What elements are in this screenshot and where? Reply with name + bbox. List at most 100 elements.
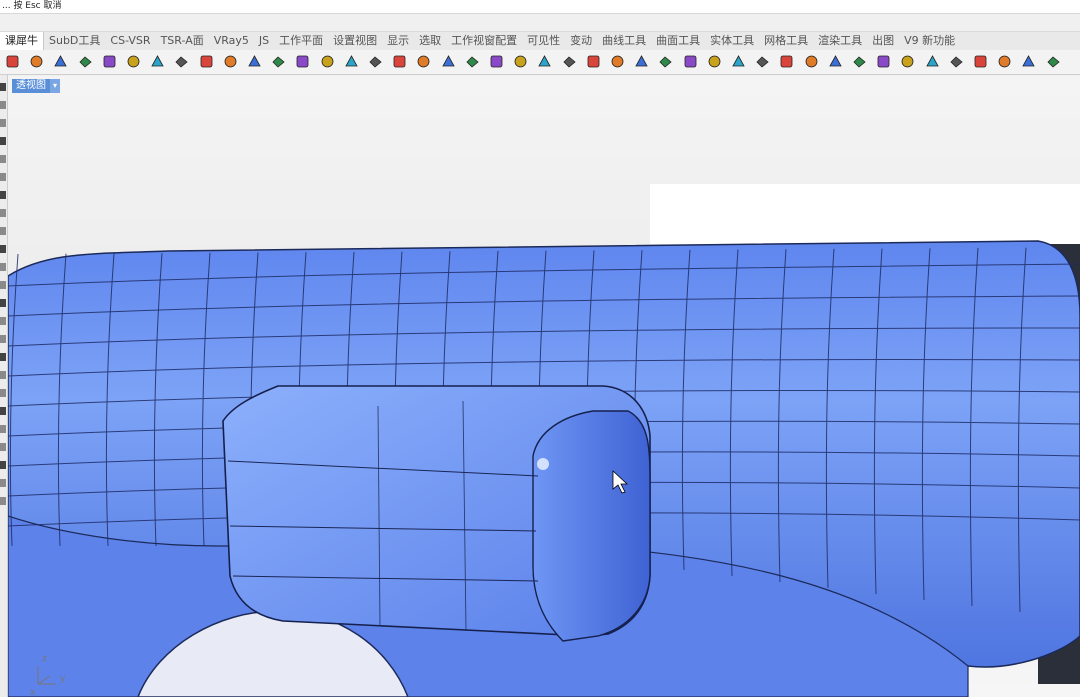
patch-icon[interactable] — [488, 53, 505, 70]
spline-icon[interactable] — [754, 53, 771, 70]
sphere-icon[interactable] — [28, 53, 45, 70]
left-tool-icon[interactable] — [0, 101, 6, 109]
command-prompt-text: ... 按 Esc 取消 — [2, 1, 62, 11]
left-tool-icon[interactable] — [0, 497, 6, 505]
tab-6[interactable]: 工作平面 — [274, 32, 328, 50]
tab-2[interactable]: CS-VSR — [105, 32, 155, 50]
left-tool-icon[interactable] — [0, 425, 6, 433]
tab-11[interactable]: 可见性 — [522, 32, 565, 50]
polygon-icon[interactable] — [367, 53, 384, 70]
cube-icon[interactable] — [125, 53, 142, 70]
flatten-icon[interactable] — [222, 53, 239, 70]
black-square-icon[interactable] — [875, 53, 892, 70]
loft-icon[interactable] — [52, 53, 69, 70]
tab-13[interactable]: 曲线工具 — [597, 32, 651, 50]
axis-z-label: z — [42, 654, 47, 664]
trim-icon[interactable] — [173, 53, 190, 70]
solid-box-icon[interactable] — [77, 53, 94, 70]
spiral-icon[interactable] — [924, 53, 941, 70]
tab-8[interactable]: 显示 — [382, 32, 414, 50]
left-tool-icon[interactable] — [0, 245, 6, 253]
command-prompt: ... 按 Esc 取消 — [0, 0, 1080, 14]
tab-0[interactable]: 课犀牛 — [0, 32, 44, 50]
tab-10[interactable]: 工作视窗配置 — [446, 32, 522, 50]
left-tool-icon[interactable] — [0, 263, 6, 271]
tab-18[interactable]: 出图 — [867, 32, 899, 50]
cage-icon[interactable] — [899, 53, 916, 70]
bolt-icon[interactable] — [730, 53, 747, 70]
left-tool-icon[interactable] — [0, 155, 6, 163]
left-tool-icon[interactable] — [0, 389, 6, 397]
network-icon[interactable] — [633, 53, 650, 70]
circle-point-icon[interactable] — [343, 53, 360, 70]
left-tool-icon[interactable] — [0, 173, 6, 181]
left-tool-icon[interactable] — [0, 83, 6, 91]
left-tool-icon[interactable] — [0, 209, 6, 217]
left-tool-icon[interactable] — [0, 191, 6, 199]
curve-pencil-icon[interactable] — [972, 53, 989, 70]
left-tool-icon[interactable] — [0, 443, 6, 451]
shape-icon[interactable] — [803, 53, 820, 70]
tab-12[interactable]: 变动 — [565, 32, 597, 50]
left-tool-icon[interactable] — [0, 407, 6, 415]
mesh-grid-icon[interactable] — [270, 53, 287, 70]
left-tool-icon[interactable] — [0, 317, 6, 325]
pipe-icon[interactable] — [246, 53, 263, 70]
left-tool-icon[interactable] — [0, 137, 6, 145]
blue-pencil-icon[interactable] — [827, 53, 844, 70]
left-tool-icon[interactable] — [0, 281, 6, 289]
cross-icon[interactable] — [415, 53, 432, 70]
diamond-icon[interactable] — [512, 53, 529, 70]
viewport-label[interactable]: 透视图 — [12, 79, 50, 93]
arrow-down-icon[interactable] — [706, 53, 723, 70]
box-blue-icon[interactable] — [1045, 53, 1062, 70]
3d-model-render[interactable] — [8, 76, 1080, 697]
blend-icon[interactable] — [682, 53, 699, 70]
surface-icon[interactable] — [101, 53, 118, 70]
tab-5[interactable]: JS — [254, 32, 274, 50]
boolean-icon[interactable] — [319, 53, 336, 70]
plane-icon[interactable] — [464, 53, 481, 70]
tab-17[interactable]: 渲染工具 — [813, 32, 867, 50]
chevron-down-icon[interactable]: ▾ — [50, 79, 60, 93]
move-icon[interactable] — [585, 53, 602, 70]
tab-14[interactable]: 曲面工具 — [651, 32, 705, 50]
extrude-icon[interactable] — [294, 53, 311, 70]
left-tool-icon[interactable] — [0, 227, 6, 235]
main-toolbar — [0, 50, 1080, 75]
tab-16[interactable]: 网格工具 — [759, 32, 813, 50]
tab-15[interactable]: 实体工具 — [705, 32, 759, 50]
connect-icon[interactable] — [657, 53, 674, 70]
zebra-analysis-icon[interactable] — [198, 53, 215, 70]
tab-1[interactable]: SubD工具 — [44, 32, 105, 50]
tab-9[interactable]: 选取 — [414, 32, 446, 50]
render-icon[interactable] — [609, 53, 626, 70]
lightbulb-icon[interactable] — [1020, 53, 1037, 70]
new-icon[interactable] — [4, 53, 21, 70]
specular-highlight — [537, 458, 549, 470]
left-tool-icon[interactable] — [0, 119, 6, 127]
tab-7[interactable]: 设置视图 — [328, 32, 382, 50]
left-tool-icon[interactable] — [0, 371, 6, 379]
texture-icon[interactable] — [149, 53, 166, 70]
box-icon[interactable] — [536, 53, 553, 70]
tab-3[interactable]: TSR-A面 — [156, 32, 209, 50]
white-panel — [650, 184, 1080, 244]
cube-yellow-icon[interactable] — [948, 53, 965, 70]
left-tool-icon[interactable] — [0, 353, 6, 361]
left-tool-icon[interactable] — [0, 335, 6, 343]
left-side-toolbar[interactable] — [0, 75, 8, 697]
cylinder-icon[interactable] — [440, 53, 457, 70]
left-tool-icon[interactable] — [0, 299, 6, 307]
perspective-viewport[interactable]: 透视图 ▾ z y x — [8, 76, 1080, 697]
viewport-title-tab[interactable]: 透视图 ▾ — [12, 79, 60, 93]
rotate-icon[interactable] — [391, 53, 408, 70]
tab-4[interactable]: VRay5 — [209, 32, 254, 50]
arc-icon[interactable] — [996, 53, 1013, 70]
points-icon[interactable] — [778, 53, 795, 70]
shell-icon[interactable] — [851, 53, 868, 70]
left-tool-icon[interactable] — [0, 479, 6, 487]
tab-19[interactable]: V9 新功能 — [899, 32, 960, 50]
lasso-icon[interactable] — [561, 53, 578, 70]
left-tool-icon[interactable] — [0, 461, 6, 469]
